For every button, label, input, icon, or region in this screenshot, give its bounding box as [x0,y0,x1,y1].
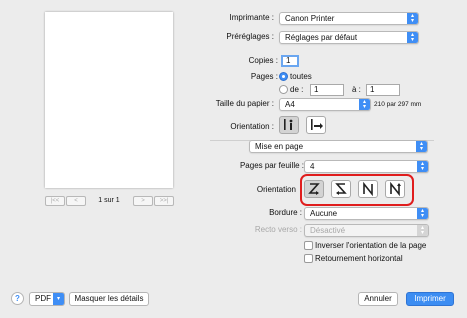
flip-horizontal-label: Retournement horizontal [315,254,403,263]
copies-field[interactable]: 1 [281,55,299,67]
previous-page-button[interactable]: < [66,196,86,206]
popup-arrows-icon: ▴ ▾ [417,225,428,236]
presets-value: Réglages par défaut [285,33,358,42]
help-icon: ? [15,294,20,303]
pages-per-sheet-value: 4 [310,162,315,171]
popup-arrows-icon: ▴ ▾ [417,161,428,172]
n-layout-icon[interactable] [385,180,405,198]
presets-label: Préréglages : [226,32,274,41]
landscape-icon[interactable] [306,116,326,134]
first-page-button[interactable]: |<< [45,196,65,206]
pages-to-label: à : [352,85,361,94]
page-indicator: 1 sur 1 [98,197,120,204]
pages-per-sheet-label: Pages par feuille : [239,161,304,170]
paper-size-label: Taille du papier : [215,99,274,108]
print-button[interactable]: Imprimer [406,292,454,306]
pages-label: Pages : [250,72,278,81]
reverse-s-layout-icon[interactable] [331,180,351,198]
pages-from-field[interactable]: 1 [310,84,344,96]
presets-select[interactable]: Réglages par défaut ▴ ▾ [279,31,419,44]
layout-direction-label: Orientation [256,185,296,194]
pdf-menu-button[interactable]: PDF ▾ [29,292,65,306]
duplex-select: Désactivé ▴ ▾ [304,224,429,237]
pages-from-label: de : [290,85,304,94]
border-select[interactable]: Aucune ▴ ▾ [304,207,429,220]
cancel-button[interactable]: Annuler [358,292,398,306]
duplex-value: Désactivé [310,226,346,235]
next-page-button[interactable]: > [133,196,153,206]
duplex-label: Recto verso : [254,225,302,234]
pages-range-radio[interactable] [279,85,288,94]
z-layout-icon[interactable] [304,180,324,198]
paper-size-value: A4 [285,100,295,109]
popup-arrows-icon: ▴ ▾ [416,141,427,152]
n-reverse-layout-icon[interactable] [358,180,378,198]
popup-arrows-icon: ▴ ▾ [359,99,370,110]
last-page-button[interactable]: >>| [154,196,174,206]
flip-horizontal-checkbox[interactable] [304,254,313,263]
section-value: Mise en page [255,142,304,151]
popup-arrows-icon: ▴ ▾ [407,32,418,43]
reverse-orientation-label: Inverser l'orientation de la page [315,241,427,250]
printer-select[interactable]: Canon Printer ▴ ▾ [279,12,419,25]
printer-label: Imprimante : [229,13,274,22]
popup-arrows-icon: ▴ ▾ [407,13,418,24]
paper-dimensions: 210 par 297 mm [374,101,422,108]
copies-label: Copies : [248,56,278,65]
hide-details-button[interactable]: Masquer les détails [69,292,149,306]
pdf-dropdown-icon: ▾ [53,293,64,305]
help-button[interactable]: ? [11,292,24,305]
pdf-label: PDF [35,294,51,303]
pages-all-radio[interactable] [279,72,288,81]
orientation-label: Orientation : [230,122,274,131]
printer-value: Canon Printer [285,14,335,23]
pages-per-sheet-select[interactable]: 4 ▴ ▾ [304,160,429,173]
portrait-icon[interactable] [279,116,299,134]
border-label: Bordure : [269,208,302,217]
popup-arrows-icon: ▴ ▾ [417,208,428,219]
paper-size-select[interactable]: A4 ▴ ▾ [279,98,371,111]
reverse-orientation-checkbox[interactable] [304,241,313,250]
pages-all-label: toutes [290,72,312,81]
section-select[interactable]: Mise en page ▴ ▾ [249,140,428,153]
border-value: Aucune [310,209,338,218]
page-preview [45,12,173,188]
pages-to-field[interactable]: 1 [366,84,400,96]
